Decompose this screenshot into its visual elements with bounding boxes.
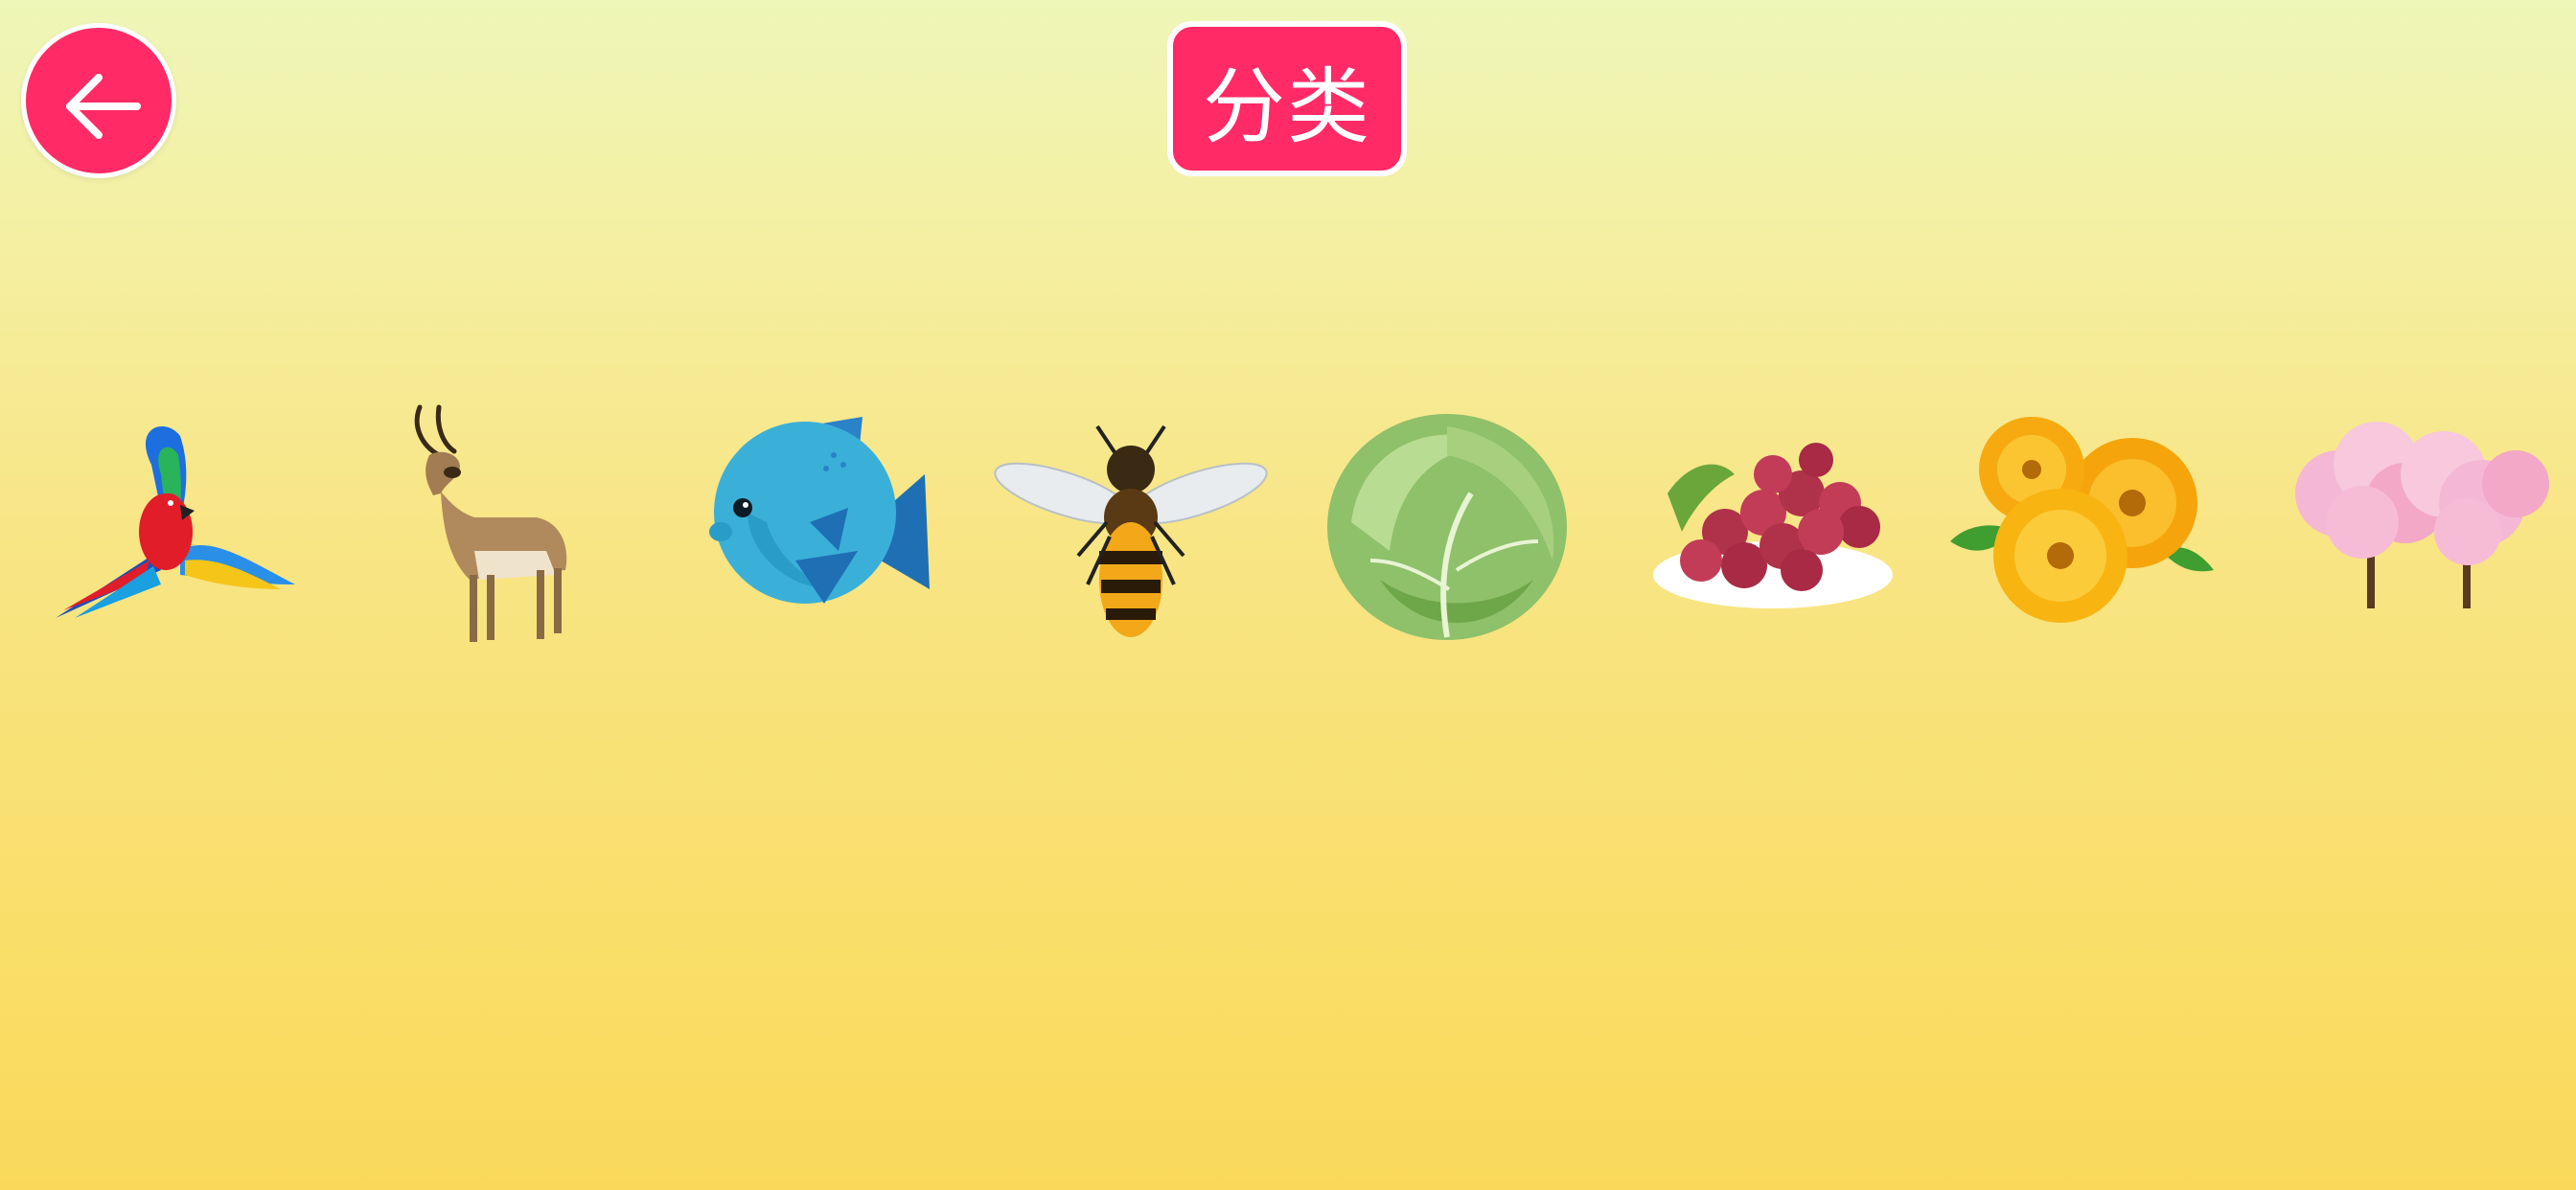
item-tree[interactable]: tree — [2271, 388, 2559, 666]
item-bee[interactable]: bee — [987, 388, 1275, 666]
arrow-left-icon — [66, 74, 141, 139]
fish-icon — [709, 417, 930, 604]
grapes-icon — [1653, 443, 1893, 608]
item-parrot[interactable]: parrot — [36, 388, 324, 666]
parrot-icon — [56, 426, 295, 618]
cabbage-icon — [1327, 414, 1567, 640]
back-button[interactable] — [21, 23, 176, 178]
page-title: 分类 — [1167, 21, 1407, 176]
item-antelope[interactable]: antelope — [355, 388, 642, 666]
antelope-icon — [414, 404, 567, 642]
bee-icon — [994, 424, 1268, 637]
item-cabbage[interactable]: cabbage — [1303, 388, 1591, 666]
tree-icon — [2295, 422, 2549, 608]
item-flower[interactable]: flower — [1941, 388, 2228, 666]
items-row: parrot antelope — [0, 388, 2576, 666]
item-grapes[interactable]: grapes — [1629, 388, 1917, 666]
flower-icon — [1950, 417, 2214, 623]
item-fish[interactable]: fish — [690, 388, 978, 666]
